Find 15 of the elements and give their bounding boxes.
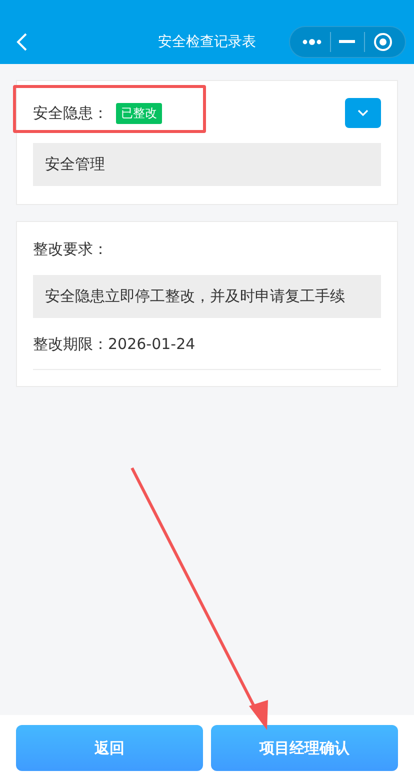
minimize-icon[interactable]	[339, 40, 356, 44]
more-icon[interactable]	[302, 38, 322, 46]
confirm-button[interactable]: 项目经理确认	[211, 725, 398, 771]
chevron-icon	[357, 109, 369, 117]
requirement-text: 安全隐患立即停工整改，并及时申请复工手续	[33, 275, 381, 318]
field-label: 安全隐患：	[33, 104, 108, 122]
page-title: 安全检查记录表	[158, 33, 256, 51]
back-icon[interactable]	[16, 32, 28, 52]
hazard-value: 安全管理	[33, 143, 381, 186]
deadline-text: 整改期限：2026-01-24	[33, 334, 196, 354]
back-button[interactable]: 返回	[16, 725, 203, 771]
close-icon[interactable]	[372, 32, 393, 52]
expand-button[interactable]	[345, 98, 381, 128]
status-tag: 已整改	[116, 102, 162, 124]
field-label: 整改要求：	[33, 239, 109, 259]
